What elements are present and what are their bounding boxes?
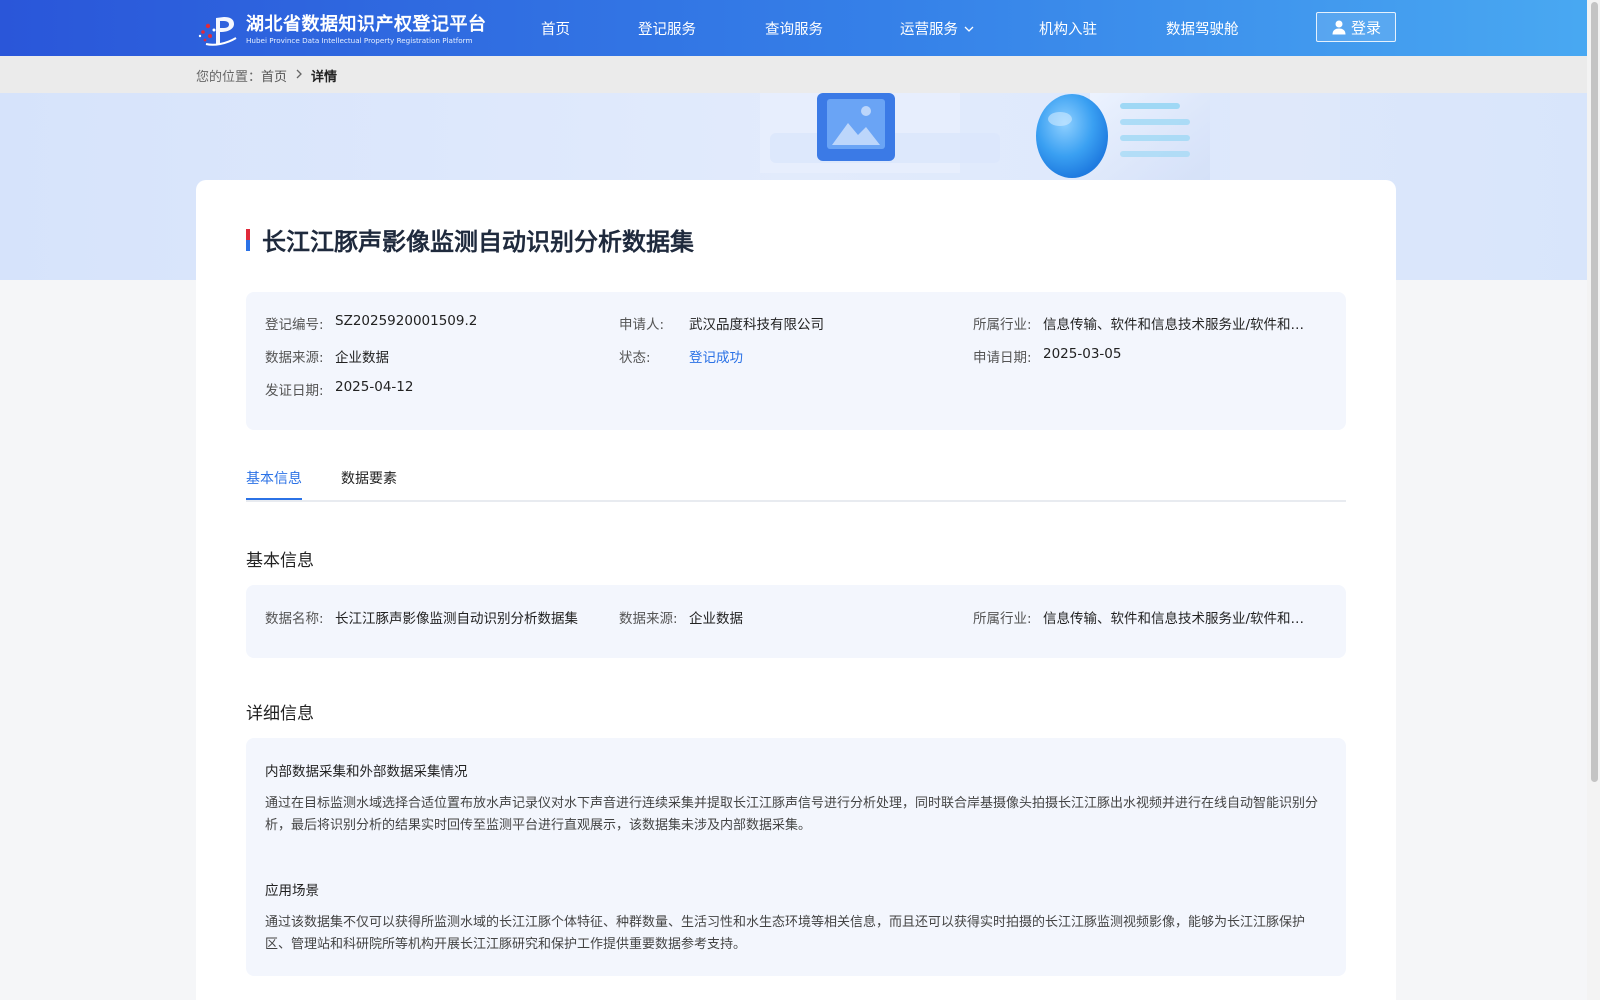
nav-label: 机构入驻 bbox=[1039, 22, 1097, 38]
summary-panel: 登记编号: SZ2025920001509.2 申请人: 武汉品度科技有限公司 … bbox=[246, 292, 1346, 430]
basic-data-name: 数据名称: 长江江豚声影像监测自动识别分析数据集 bbox=[265, 607, 578, 627]
field-label: 状态: bbox=[619, 350, 651, 366]
nav-home[interactable]: 首页 bbox=[541, 18, 570, 39]
nav-label: 运营服务 bbox=[900, 22, 958, 38]
breadcrumb: 您的位置： 首页 详情 bbox=[196, 66, 337, 85]
breadcrumb-prefix: 您的位置： bbox=[196, 70, 262, 85]
field-label: 数据来源: bbox=[265, 350, 324, 366]
field-value: 2025-04-12 bbox=[335, 379, 414, 395]
nav-query-service[interactable]: 查询服务 bbox=[765, 18, 823, 39]
basic-industry: 所属行业: 信息传输、软件和信息技术服务业/软件和… bbox=[973, 607, 1326, 627]
nav-label: 首页 bbox=[541, 22, 570, 38]
login-button[interactable]: 登录 bbox=[1316, 12, 1396, 42]
summary-status: 状态: 登记成功 bbox=[619, 346, 743, 366]
detail-item-text: 通过该数据集不仅可以获得所监测水域的长江江豚个体特征、种群数量、生活习性和水生态… bbox=[265, 915, 1306, 952]
basic-section-title: 基本信息 bbox=[246, 551, 314, 571]
detail-item-heading: 应用场景 bbox=[265, 883, 319, 899]
field-label: 数据来源: bbox=[619, 611, 678, 627]
summary-apply-date: 申请日期: 2025-03-05 bbox=[973, 346, 1121, 366]
summary-source: 数据来源: 企业数据 bbox=[265, 346, 389, 366]
breadcrumb-current: 详情 bbox=[311, 70, 338, 85]
chevron-down-icon bbox=[964, 23, 974, 36]
field-value: SZ2025920001509.2 bbox=[335, 313, 478, 329]
summary-reg-no: 登记编号: SZ2025920001509.2 bbox=[265, 313, 477, 333]
breadcrumb-bar: 您的位置： 首页 详情 bbox=[0, 56, 1600, 93]
basic-data-source: 数据来源: 企业数据 bbox=[619, 607, 743, 627]
summary-applicant: 申请人: 武汉品度科技有限公司 bbox=[619, 313, 824, 333]
tab-basic-info[interactable]: 基本信息 bbox=[246, 468, 302, 500]
detail-card: 长江江豚声影像监测自动识别分析数据集 登记编号: SZ2025920001509… bbox=[196, 180, 1396, 1000]
chevron-right-icon bbox=[295, 68, 303, 83]
field-value: 2025-03-05 bbox=[1043, 346, 1122, 362]
field-label: 数据名称: bbox=[265, 611, 324, 627]
site-logo[interactable]: 湖北省数据知识产权登记平台 Hubei Province Data Intell… bbox=[196, 12, 487, 48]
nav-data-cockpit[interactable]: 数据驾驶舱 bbox=[1166, 18, 1239, 39]
top-navbar: 湖北省数据知识产权登记平台 Hubei Province Data Intell… bbox=[0, 0, 1600, 56]
scrollbar-thumb[interactable] bbox=[1591, 2, 1598, 782]
field-label: 申请日期: bbox=[973, 350, 1032, 366]
field-value: 企业数据 bbox=[689, 611, 743, 627]
nav-label: 查询服务 bbox=[765, 22, 823, 38]
title-accent-icon bbox=[246, 228, 250, 251]
logo-emblem-icon bbox=[196, 12, 244, 48]
detail-item-text: 通过在目标监测水域选择合适位置布放水声记录仪对水下声音进行连续采集并提取长江江豚… bbox=[265, 796, 1319, 833]
detail-item-heading: 内部数据采集和外部数据采集情况 bbox=[265, 764, 468, 780]
detail-info-panel: 内部数据采集和外部数据采集情况 通过在目标监测水域选择合适位置布放水声记录仪对水… bbox=[246, 738, 1346, 976]
logo-title: 湖北省数据知识产权登记平台 bbox=[246, 14, 487, 35]
status-badge: 登记成功 bbox=[689, 350, 743, 366]
field-label: 申请人: bbox=[619, 317, 665, 333]
user-icon bbox=[1332, 20, 1346, 35]
page-title: 长江江豚声影像监测自动识别分析数据集 bbox=[262, 228, 694, 256]
field-value: 长江江豚声影像监测自动识别分析数据集 bbox=[335, 611, 578, 627]
detail-section-title: 详细信息 bbox=[246, 704, 314, 724]
nav-institution-entry[interactable]: 机构入驻 bbox=[1039, 18, 1097, 39]
summary-industry: 所属行业: 信息传输、软件和信息技术服务业/软件和… bbox=[973, 313, 1326, 333]
nav-operation-service[interactable]: 运营服务 bbox=[900, 18, 974, 39]
summary-issue-date: 发证日期: 2025-04-12 bbox=[265, 379, 413, 399]
field-value: 信息传输、软件和信息技术服务业/软件和… bbox=[1043, 611, 1305, 627]
tab-data-elements[interactable]: 数据要素 bbox=[341, 468, 397, 488]
field-value: 企业数据 bbox=[335, 350, 389, 366]
field-label: 所属行业: bbox=[973, 317, 1032, 333]
breadcrumb-home-link[interactable]: 首页 bbox=[261, 66, 287, 85]
detail-tabs: 基本信息 数据要素 bbox=[246, 468, 1346, 502]
nav-label: 数据驾驶舱 bbox=[1166, 22, 1239, 38]
field-label: 所属行业: bbox=[973, 611, 1032, 627]
field-value: 武汉品度科技有限公司 bbox=[689, 317, 824, 333]
nav-registration-service[interactable]: 登记服务 bbox=[638, 18, 696, 39]
logo-subtitle: Hubei Province Data Intellectual Propert… bbox=[246, 36, 473, 45]
field-label: 登记编号: bbox=[265, 317, 324, 333]
basic-info-panel: 数据名称: 长江江豚声影像监测自动识别分析数据集 数据来源: 企业数据 所属行业… bbox=[246, 585, 1346, 658]
login-label: 登录 bbox=[1350, 18, 1381, 37]
nav-label: 登记服务 bbox=[638, 22, 696, 38]
field-value: 信息传输、软件和信息技术服务业/软件和… bbox=[1043, 317, 1305, 333]
field-label: 发证日期: bbox=[265, 383, 324, 399]
